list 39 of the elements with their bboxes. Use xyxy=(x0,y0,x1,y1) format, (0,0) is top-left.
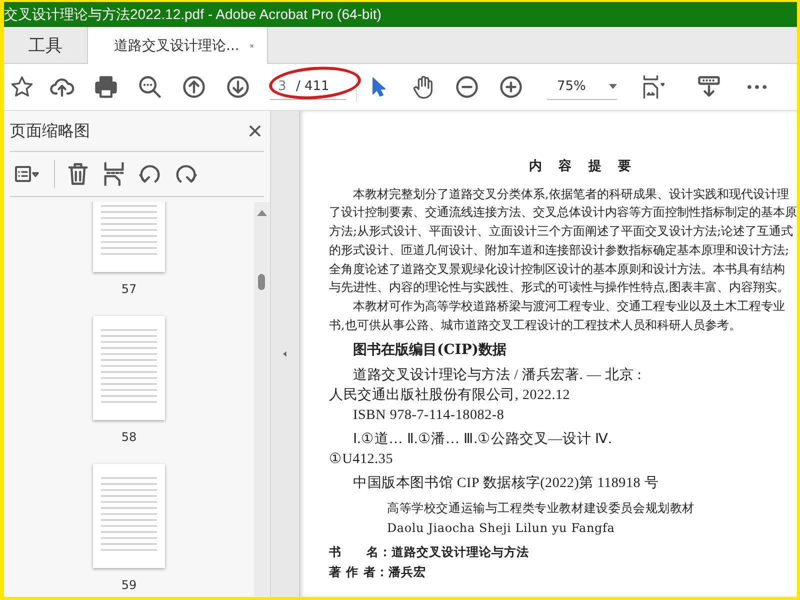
body-text-line: 全角度论述了道路交叉景观绿化设计控制区设计的基本原则和设计方法。本书具有结构 xyxy=(329,260,785,278)
body-text-line: 本教材可作为高等学校道路桥梁与渡河工程专业、交通工程专业以及土木工程专业 xyxy=(352,298,785,315)
page-count: / 411 xyxy=(296,74,346,100)
page-number-label: 59 xyxy=(121,578,137,592)
page-number-label: 58 xyxy=(121,430,137,444)
scrollbar[interactable] xyxy=(254,202,270,597)
panel-title: 页面缩略图 xyxy=(10,120,90,142)
series-line: 高等学校交通运输与工程类专业教材建设委员会规划教材 xyxy=(386,500,694,518)
print-icon[interactable] xyxy=(93,74,119,100)
page-thumbnail[interactable] xyxy=(93,464,165,568)
window-title: 交叉设计理论与方法2022.12.pdf - Adobe Acrobat Pro (64-bit) xyxy=(4,2,797,27)
body-text-line: 本教材完整划分了道路交叉分类体系,依据笔者的科研成果、设计实践和现代设计理 xyxy=(352,186,789,203)
body-text-line: 了设计控制要素、交通流线连接方法、交叉总体设计内容等方面控制性指标制定的基本原 xyxy=(329,204,797,222)
zoom-dropdown[interactable]: 75% xyxy=(547,74,617,100)
body-text-line: 书,也可供从事公路、城市道路交叉工程设计的工程技术人员和科研人员参考。 xyxy=(329,316,741,334)
catalog-line: 中国版本图书馆 CIP 数据核字(2022)第 118918 号 xyxy=(352,474,659,494)
catalog-line: 道路交叉设计理论与方法 / 潘兵宏著. — 北京 : xyxy=(352,366,642,386)
body-text-line: 方法;从形式设计、平面设计、立面设计三个方面阐述了平面交叉设计方法;论述了互通式 xyxy=(329,223,794,240)
search-icon[interactable] xyxy=(137,74,163,100)
page-number-label: 57 xyxy=(121,282,137,296)
page-number-field[interactable]: 3 xyxy=(270,74,296,100)
scroll-up-icon[interactable] xyxy=(257,210,267,216)
tab[interactable]: 道路交叉设计理论... xyxy=(88,27,268,64)
body-text-line: 与先进性、内容的理论性与实践性、形式的可读性与操作性特点,图表丰富、内容翔实。 xyxy=(329,279,789,296)
catalog-line: ①U412.35 xyxy=(329,451,394,470)
zoom-in-icon[interactable] xyxy=(498,74,524,100)
series-line: Daolu Jiaocha Sheji Lilun yu Fangfa xyxy=(386,520,615,538)
caret-icon xyxy=(609,84,617,89)
credit-line: 著 作 者：潘兵宏 xyxy=(329,564,426,582)
page-heading: 内 容 提 要 xyxy=(528,158,637,176)
zoom-out-icon[interactable] xyxy=(454,74,480,100)
catalog-line: ISBN 978-7-114-18082-8 xyxy=(352,407,504,426)
catalog-line: 人民交通出版社股份有限公司, 2022.12 xyxy=(329,386,570,406)
catalog-line: Ⅰ.①道… Ⅱ.①潘… Ⅲ.①公路交叉—设计 Ⅳ. xyxy=(352,430,612,450)
section-heading: 图书在版编目(CIP)数据 xyxy=(352,341,506,360)
page-thumbnail[interactable] xyxy=(93,316,165,420)
body-text-line: 的形式设计、匝道几何设计、附加车道和连接部设计参数指标确定基本原理和设计方法; xyxy=(329,242,790,259)
credit-line: 书 名：道路交叉设计理论与方法 xyxy=(329,544,529,562)
scroll-thumb[interactable] xyxy=(258,274,265,290)
